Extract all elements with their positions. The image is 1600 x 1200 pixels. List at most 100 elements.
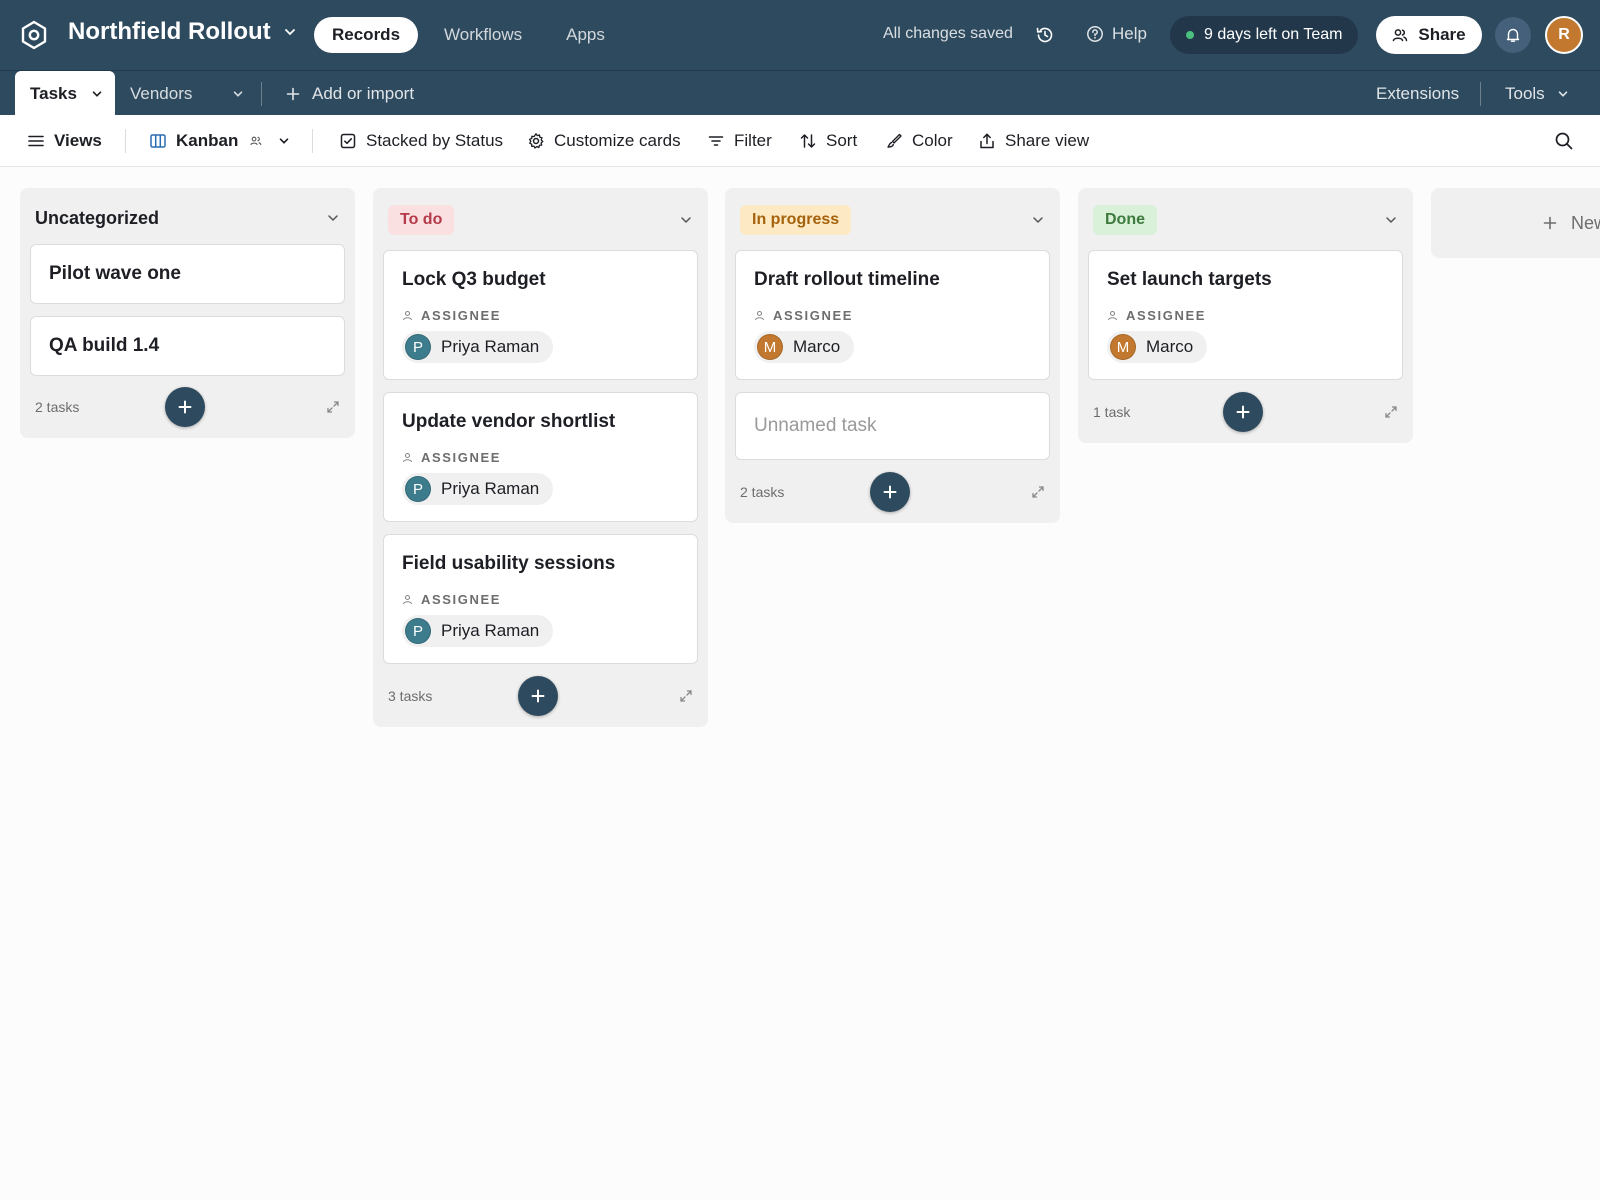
assignee-field-label: ASSIGNEE xyxy=(402,592,501,607)
color-button[interactable]: Color xyxy=(885,115,953,167)
tab-vendors[interactable]: Vendors xyxy=(130,71,244,116)
new-stack-button[interactable]: New xyxy=(1431,188,1600,258)
chevron-down-icon xyxy=(284,29,295,36)
view-toolbar: Views Kanban Stacked by Status Customize… xyxy=(0,115,1600,167)
bell-icon xyxy=(1506,28,1520,42)
record-card[interactable]: Pilot wave one xyxy=(30,244,345,304)
views-menu-button[interactable]: Views xyxy=(27,115,102,167)
view-switcher[interactable]: Kanban xyxy=(149,115,290,167)
app-logo-icon[interactable] xyxy=(20,20,48,50)
chevron-down-icon[interactable] xyxy=(679,213,693,227)
card-title: QA build 1.4 xyxy=(49,335,160,356)
add-or-import-button[interactable]: Add or import xyxy=(286,71,414,116)
assignee-avatar: P xyxy=(405,476,431,502)
add-record-button[interactable] xyxy=(518,676,558,716)
chevron-down-icon xyxy=(280,138,289,144)
add-or-import-label: Add or import xyxy=(312,83,415,103)
stack-uncategorized: Uncategorized Pilot wave one QA build 1.… xyxy=(20,188,355,438)
share-export-icon xyxy=(980,133,994,149)
chevron-down-icon[interactable] xyxy=(1384,213,1398,227)
stack-footer: 3 tasks xyxy=(388,675,693,717)
help-label: Help xyxy=(1112,24,1147,43)
share-button[interactable]: Share xyxy=(1376,16,1482,54)
filter-label: Filter xyxy=(734,131,772,150)
nav-records[interactable]: Records xyxy=(314,17,419,53)
record-card[interactable]: Unnamed task xyxy=(735,392,1050,460)
status-pill: In progress xyxy=(740,205,852,235)
history-icon[interactable] xyxy=(1035,25,1055,45)
top-app-bar: Northfield Rollout Records Workflows App… xyxy=(0,0,1600,70)
kanban-icon xyxy=(150,134,166,148)
assignee-chip: P Priya Raman xyxy=(402,615,554,647)
plus-icon xyxy=(178,400,192,414)
tools-label: Tools xyxy=(1505,83,1545,103)
stack-in-progress: In progress Draft rollout timeline ASSIG… xyxy=(725,188,1060,523)
plus-icon xyxy=(883,485,897,499)
filter-icon xyxy=(708,136,724,146)
record-card[interactable]: Field usability sessions ASSIGNEE P Priy… xyxy=(383,534,698,664)
search-icon[interactable] xyxy=(1553,130,1575,152)
tab-divider xyxy=(261,82,262,106)
stacked-by-button[interactable]: Stacked by Status xyxy=(339,115,503,167)
person-icon xyxy=(1107,310,1118,321)
views-label: Views xyxy=(54,131,102,150)
person-icon xyxy=(402,594,413,605)
plus-icon xyxy=(286,87,300,100)
base-name-dropdown[interactable]: Northfield Rollout xyxy=(68,18,297,46)
collaborative-view-icon xyxy=(250,136,262,146)
stack-footer: 1 task xyxy=(1093,391,1398,433)
person-icon xyxy=(754,310,765,321)
field-label-text: ASSIGNEE xyxy=(1126,308,1206,323)
toolbar-divider xyxy=(125,129,126,153)
extensions-button[interactable]: Extensions xyxy=(1376,71,1459,116)
add-record-button[interactable] xyxy=(1223,392,1263,432)
expand-icon[interactable] xyxy=(326,400,340,414)
record-card[interactable]: QA build 1.4 xyxy=(30,316,345,376)
assignee-name: Priya Raman xyxy=(441,621,540,640)
record-card[interactable]: Update vendor shortlist ASSIGNEE P Priya… xyxy=(383,392,698,522)
add-record-button[interactable] xyxy=(870,472,910,512)
plus-icon xyxy=(1543,216,1557,230)
base-name: Northfield Rollout xyxy=(68,18,271,45)
customize-cards-button[interactable]: Customize cards xyxy=(527,115,681,167)
stack-to-do: To do Lock Q3 budget ASSIGNEE P Priya Ra… xyxy=(373,188,708,727)
stack-count: 1 task xyxy=(1093,404,1131,420)
field-label-text: ASSIGNEE xyxy=(421,592,501,607)
assignee-avatar: P xyxy=(405,334,431,360)
users-icon xyxy=(1393,29,1408,42)
expand-icon[interactable] xyxy=(679,689,693,703)
assignee-chip: P Priya Raman xyxy=(402,331,554,363)
sort-button[interactable]: Sort xyxy=(799,115,857,167)
chevron-down-icon[interactable] xyxy=(326,211,340,225)
assignee-chip: M Marco xyxy=(1107,331,1208,363)
user-avatar[interactable]: R xyxy=(1545,16,1583,54)
trial-badge[interactable]: 9 days left on Team xyxy=(1170,16,1359,54)
help-button[interactable]: Help xyxy=(1086,24,1147,44)
assignee-chip: M Marco xyxy=(754,331,855,363)
tab-tasks[interactable]: Tasks xyxy=(15,71,115,116)
expand-icon[interactable] xyxy=(1031,485,1045,499)
stack-count: 2 tasks xyxy=(35,399,80,415)
record-card[interactable]: Lock Q3 budget ASSIGNEE P Priya Raman xyxy=(383,250,698,380)
stack-count: 2 tasks xyxy=(740,484,785,500)
record-card[interactable]: Set launch targets ASSIGNEE M Marco xyxy=(1088,250,1403,380)
record-card[interactable]: Draft rollout timeline ASSIGNEE M Marco xyxy=(735,250,1050,380)
plus-icon xyxy=(1236,405,1250,419)
gear-icon xyxy=(528,133,544,149)
status-pill: Done xyxy=(1093,205,1157,235)
tools-dropdown[interactable]: Tools xyxy=(1505,71,1569,116)
stack-footer: 2 tasks xyxy=(740,471,1045,513)
share-view-button[interactable]: Share view xyxy=(978,115,1089,167)
filter-button[interactable]: Filter xyxy=(707,115,772,167)
paint-brush-icon xyxy=(887,133,902,148)
expand-icon[interactable] xyxy=(1384,405,1398,419)
chevron-down-icon[interactable] xyxy=(1031,213,1045,227)
add-record-button[interactable] xyxy=(165,387,205,427)
assignee-field-label: ASSIGNEE xyxy=(754,308,853,323)
share-view-label: Share view xyxy=(1005,131,1090,150)
assignee-avatar: M xyxy=(1110,334,1136,360)
nav-workflows[interactable]: Workflows xyxy=(426,17,540,53)
tab-tasks-label: Tasks xyxy=(30,83,77,103)
nav-apps[interactable]: Apps xyxy=(548,17,623,53)
notifications-button[interactable] xyxy=(1495,17,1531,53)
